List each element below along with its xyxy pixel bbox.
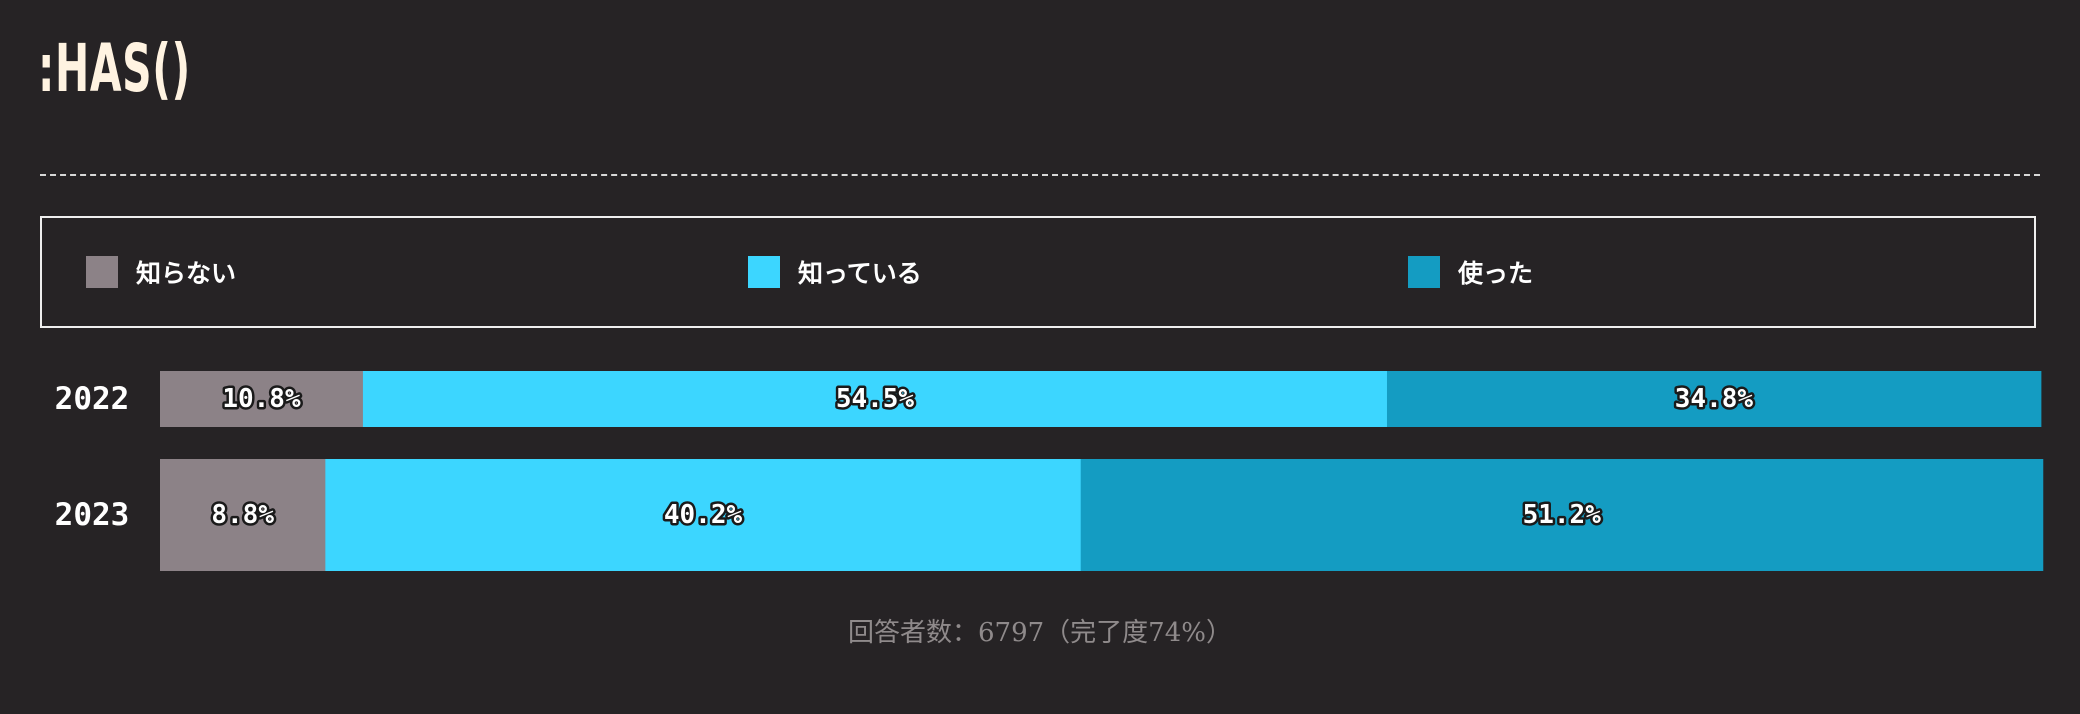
bar-row-2023: 2023 8.8% 40.2% 51.2% xyxy=(55,459,2044,571)
respondent-count: 回答者数：6797（完了度74%） xyxy=(848,618,1232,648)
bar-row-2022: 2022 10.8% 54.5% 34.8% xyxy=(55,371,2042,427)
category-label-2022: 2022 xyxy=(55,381,130,417)
data-label-used-2022: 34.8% xyxy=(1675,384,1754,414)
data-label-unknown-2023: 8.8% xyxy=(211,500,274,530)
category-label-2023: 2023 xyxy=(55,497,130,533)
data-label-used-2023: 51.2% xyxy=(1523,500,1602,530)
data-label-known-2022: 54.5% xyxy=(836,384,915,414)
data-label-known-2023: 40.2% xyxy=(664,500,743,530)
stacked-bar-chart: 2022 10.8% 54.5% 34.8% 2023 8.8% 40.2% 51.2% xyxy=(55,371,2044,571)
data-label-unknown-2022: 10.8% xyxy=(222,384,301,414)
